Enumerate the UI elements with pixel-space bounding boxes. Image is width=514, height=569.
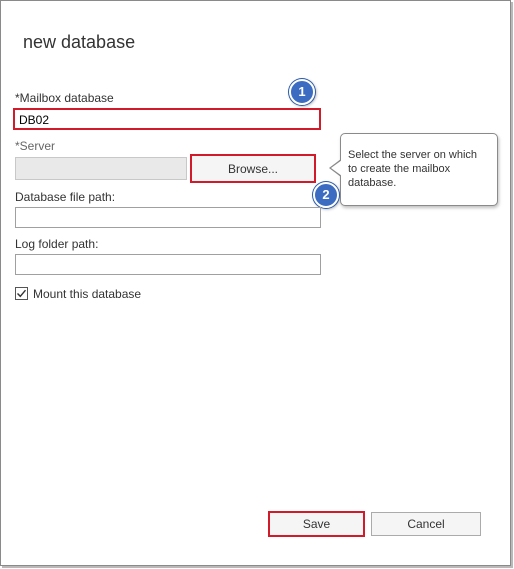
mount-database-label: Mount this database [33, 287, 142, 301]
log-folder-path-input[interactable] [15, 254, 321, 275]
save-button[interactable]: Save [270, 513, 363, 535]
checkmark-icon [17, 289, 27, 298]
new-database-dialog: new database *Mailbox database 1 *Server… [0, 0, 511, 566]
mailbox-database-input[interactable] [15, 109, 321, 130]
database-file-path-label: Database file path: [15, 190, 116, 204]
server-field [15, 157, 187, 180]
step-1-badge: 1 [289, 79, 315, 105]
tooltip-arrow-inner [331, 160, 342, 176]
dialog-title: new database [23, 32, 136, 52]
mailbox-database-label: *Mailbox database [15, 91, 114, 105]
step-2-badge: 2 [313, 182, 339, 208]
browse-button[interactable]: Browse... [192, 156, 314, 181]
server-label: *Server [15, 139, 56, 153]
log-folder-path-label: Log folder path: [15, 237, 99, 251]
cancel-button[interactable]: Cancel [371, 512, 481, 536]
server-tooltip: Select the server on which to create the… [340, 133, 498, 206]
mount-database-checkbox[interactable] [15, 287, 28, 300]
database-file-path-input[interactable] [15, 207, 321, 228]
